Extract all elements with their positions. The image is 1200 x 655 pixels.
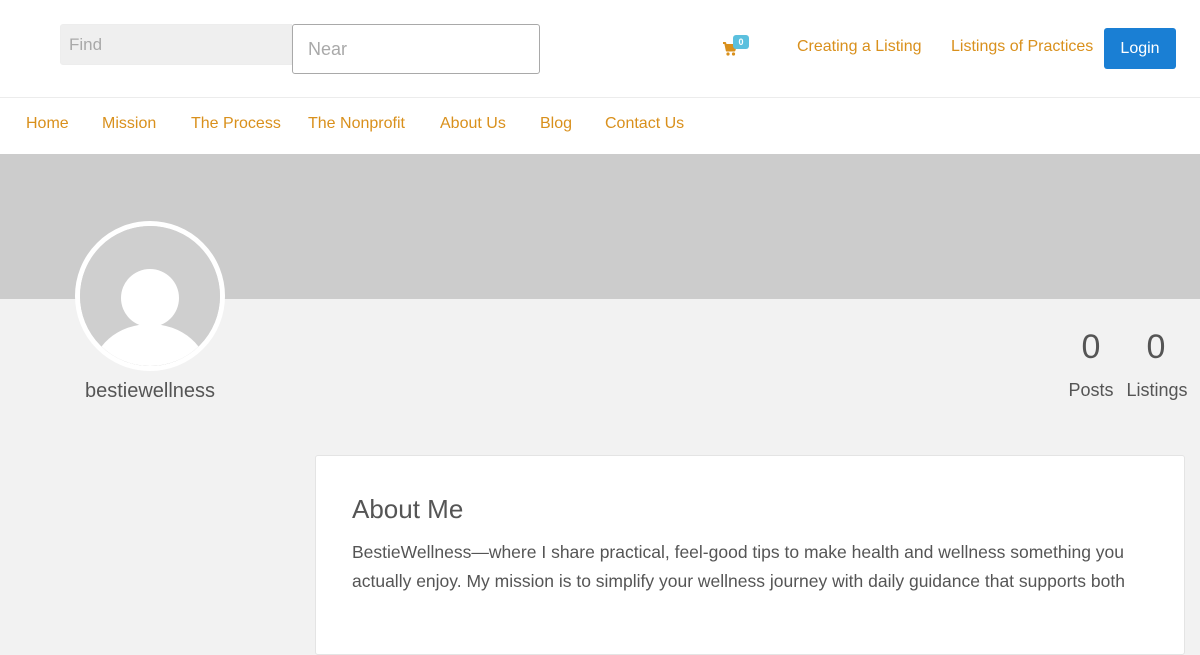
avatar [75, 221, 225, 371]
site-header: 0 Creating a Listing Listings of Practic… [0, 0, 1200, 98]
nav-about-us[interactable]: About Us [440, 115, 506, 133]
cart-count-badge: 0 [733, 35, 749, 49]
main-nav: Home Mission The Process The Nonprofit A… [0, 98, 1200, 154]
nav-mission[interactable]: Mission [102, 115, 156, 133]
listings-of-practices-link[interactable]: Listings of Practices [951, 38, 1093, 56]
profile-username: bestiewellness [84, 380, 216, 402]
listings-count: 0 [1146, 328, 1166, 366]
posts-count: 0 [1081, 328, 1101, 366]
login-button[interactable]: Login [1104, 28, 1176, 69]
cart-button[interactable]: 0 [722, 35, 752, 60]
about-me-text: BestieWellness—where I share practical, … [352, 542, 1125, 591]
default-user-avatar-icon [80, 226, 220, 366]
about-me-heading: About Me [352, 494, 464, 524]
nav-blog[interactable]: Blog [540, 115, 572, 133]
about-me-card: About Me BestieWellness—where I share pr… [315, 455, 1185, 655]
nav-contact-us[interactable]: Contact Us [605, 115, 684, 133]
posts-label: Posts [1068, 380, 1114, 400]
creating-listing-link[interactable]: Creating a Listing [797, 38, 922, 56]
listings-label: Listings [1126, 380, 1188, 400]
nav-the-nonprofit[interactable]: The Nonprofit [308, 115, 405, 133]
near-input[interactable] [292, 24, 540, 74]
nav-the-process[interactable]: The Process [191, 115, 281, 133]
nav-home[interactable]: Home [26, 115, 69, 133]
find-input[interactable] [60, 24, 292, 65]
